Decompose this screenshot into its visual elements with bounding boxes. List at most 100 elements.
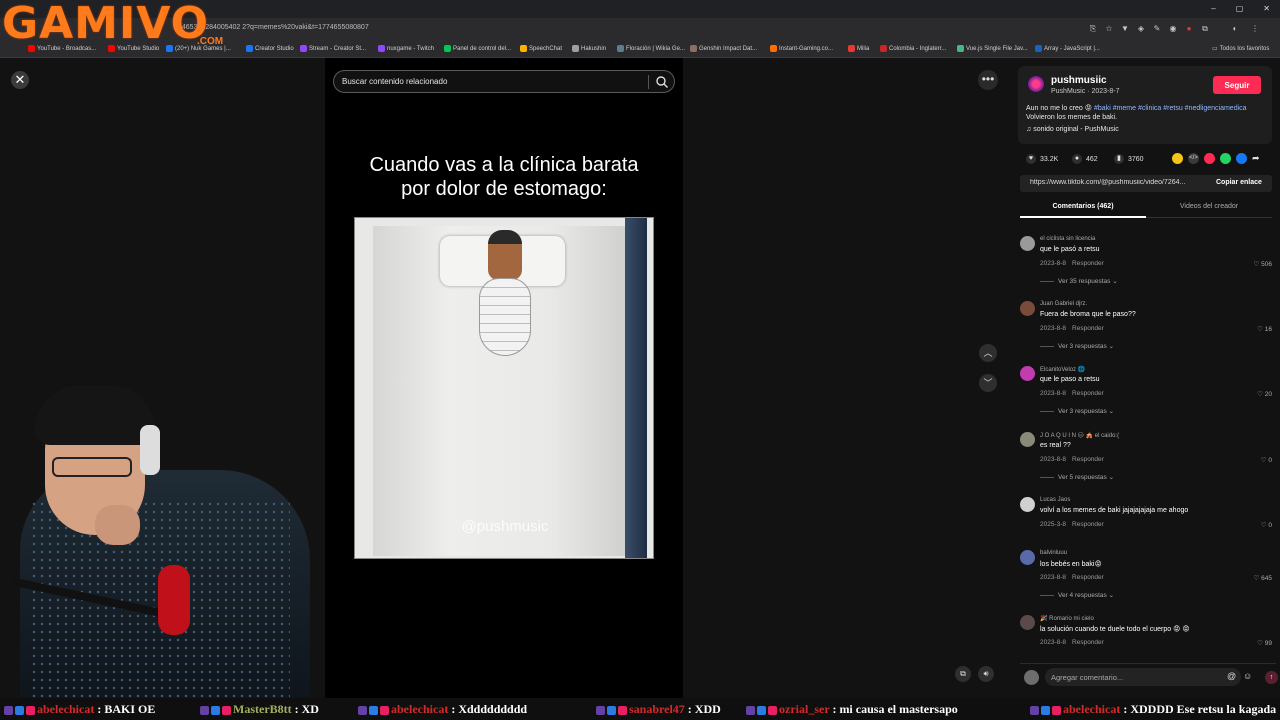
share-arrow-icon[interactable]: ➦ — [1252, 153, 1263, 164]
bookmark-label: Creator Studio — [255, 45, 294, 52]
pip-button[interactable]: ⧉ — [955, 666, 971, 682]
reply-button[interactable]: Responder — [1072, 574, 1104, 581]
pip-icon: ⧉ — [960, 669, 966, 678]
commenter-name[interactable]: Lucas Jaos — [1040, 497, 1070, 503]
commenter-avatar[interactable] — [1020, 550, 1035, 565]
reply-button[interactable]: Responder — [1072, 521, 1104, 528]
author-avatar[interactable] — [1028, 76, 1044, 92]
commenter-name[interactable]: el ciclista sin licencia — [1040, 236, 1095, 242]
search-input[interactable] — [342, 74, 642, 89]
tab-comments[interactable]: Comentarios (462) — [1020, 203, 1146, 210]
bookmark-item[interactable]: Creator Studio — [246, 45, 294, 52]
comment-date: 2023-8-8 — [1040, 574, 1067, 581]
comment-like-button[interactable]: ♡ 20 — [1257, 390, 1272, 398]
bookmark-item[interactable]: Genshin Impact Dat... — [690, 45, 757, 52]
comment-stat[interactable]: ● 462 — [1072, 154, 1098, 164]
close-button[interactable]: ✕ — [11, 71, 29, 89]
whatsapp-icon[interactable] — [1220, 153, 1231, 164]
video-player[interactable]: Cuando vas a la clínica barata por dolor… — [325, 58, 683, 698]
commenter-avatar[interactable] — [1020, 301, 1035, 316]
bookmark-item[interactable]: Instant-Gaming.co... — [770, 45, 833, 52]
bookmarks-folder[interactable]: ▭ Todos los favoritos — [1212, 45, 1269, 53]
save-stat[interactable]: ▮ 3760 — [1114, 154, 1144, 164]
menu-icon[interactable]: ⋮ — [1250, 24, 1260, 34]
minimize-icon[interactable]: – — [1211, 4, 1215, 13]
bookmark-item[interactable]: Milia — [848, 45, 869, 52]
previous-video-button[interactable]: ︿ — [979, 344, 997, 362]
extension-icon[interactable]: ✎ — [1152, 24, 1162, 34]
bookmark-item[interactable]: Array - JavaScript |... — [1035, 45, 1100, 52]
volume-button[interactable]: 🔊︎ — [978, 666, 994, 682]
bookmark-item[interactable]: Colombia - Inglaterr... — [880, 45, 946, 52]
bookmark-item[interactable]: Floración | Wikia Ge... — [617, 45, 685, 52]
commenter-avatar[interactable] — [1020, 432, 1035, 447]
search-icon[interactable] — [655, 75, 669, 89]
bookmark-item[interactable]: SpeechChat — [520, 45, 562, 52]
commenter-name[interactable]: Juan Gabriel djrz. — [1040, 301, 1087, 307]
commenter-name[interactable]: ElcanitoVeloz 🌐 — [1040, 366, 1085, 373]
sound-link[interactable]: ♫ sonido original - PushMusic — [1026, 126, 1119, 133]
view-replies-button[interactable]: Ver 3 respuestas ⌄ — [1040, 342, 1114, 350]
comment-like-count: 0 — [1268, 522, 1272, 529]
coin-share-icon[interactable] — [1172, 153, 1183, 164]
bookmark-item[interactable]: Panel de control del... — [444, 45, 511, 52]
tab-creator-videos[interactable]: Videos del creador — [1146, 203, 1272, 210]
reply-button[interactable]: Responder — [1072, 390, 1104, 397]
comment-like-button[interactable]: ♡ 16 — [1257, 325, 1272, 333]
bookmark-item[interactable]: nuxgame - Twitch — [378, 45, 434, 52]
bookmark-item[interactable]: Hakushin — [572, 45, 606, 52]
embed-icon[interactable]: </> — [1188, 153, 1199, 164]
extension-icon[interactable]: ◈ — [1136, 24, 1146, 34]
like-stat[interactable]: ♥ 33.2K — [1026, 154, 1058, 164]
reply-button[interactable]: Responder — [1072, 325, 1104, 332]
share-link-url[interactable]: https://www.tiktok.com/@pushmusiic/video… — [1030, 179, 1190, 186]
bookmark-star-icon[interactable]: ☆ — [1104, 24, 1114, 34]
view-replies-button[interactable]: Ver 4 respuestas ⌄ — [1040, 591, 1114, 599]
emoji-icon[interactable]: ☺ — [1243, 671, 1252, 681]
install-app-icon[interactable]: ⎘ — [1088, 24, 1098, 34]
follow-button[interactable]: Seguir — [1213, 76, 1261, 94]
post-comment-button[interactable]: ↑ — [1265, 671, 1278, 684]
comment-like-button[interactable]: ♡ 645 — [1254, 574, 1273, 582]
reply-button[interactable]: Responder — [1072, 639, 1104, 646]
commenter-name[interactable]: 🎉 Romario mi cielo — [1040, 615, 1094, 622]
view-replies-button[interactable]: Ver 35 respuestas ⌄ — [1040, 277, 1118, 285]
commenter-name[interactable]: balvinluuu — [1040, 550, 1067, 556]
view-replies-button[interactable]: Ver 5 respuestas ⌄ — [1040, 473, 1114, 481]
extensions-puzzle-icon[interactable]: ⧉ — [1200, 24, 1210, 34]
replies-divider — [1040, 594, 1054, 596]
copy-link-button[interactable]: Copiar enlace — [1216, 179, 1262, 186]
commenter-avatar[interactable] — [1020, 366, 1035, 381]
comment-like-button[interactable]: ♡ 506 — [1254, 260, 1273, 268]
profile-icon[interactable]: ◐ — [1230, 24, 1240, 34]
comment-input[interactable] — [1045, 668, 1241, 686]
close-window-icon[interactable]: ✕ — [1263, 4, 1270, 13]
commenter-avatar[interactable] — [1020, 497, 1035, 512]
record-icon[interactable]: ● — [1184, 24, 1194, 34]
hashtags[interactable]: #baki #meme #clinica #retsu #nedligencia… — [1094, 105, 1247, 112]
more-options-button[interactable]: ••• — [978, 70, 998, 90]
comment-like-button[interactable]: ♡ 0 — [1261, 456, 1272, 464]
mention-icon[interactable]: @ — [1227, 671, 1236, 681]
comment-text: los bebés en baki😡 — [1040, 561, 1102, 568]
reply-button[interactable]: Responder — [1072, 456, 1104, 463]
author-username[interactable]: pushmusiic — [1051, 75, 1107, 86]
extension-icon[interactable]: ▼ — [1120, 24, 1130, 34]
bookmark-label: SpeechChat — [529, 45, 563, 52]
reply-button[interactable]: Responder — [1072, 260, 1104, 267]
commenter-name[interactable]: J O A Q U I N 😑 🎪 el caido:( — [1040, 432, 1119, 439]
bookmark-item[interactable]: Stream - Creator St... — [300, 45, 366, 52]
view-replies-button[interactable]: Ver 3 respuestas ⌄ — [1040, 407, 1114, 415]
bookmark-item[interactable]: Vue.js Single File Jav... — [957, 45, 1028, 52]
commenter-avatar[interactable] — [1020, 615, 1035, 630]
comment-like-button[interactable]: ♡ 99 — [1257, 639, 1272, 647]
maximize-icon[interactable]: ▢ — [1236, 4, 1244, 13]
facebook-icon[interactable] — [1236, 153, 1247, 164]
comment-like-button[interactable]: ♡ 0 — [1261, 521, 1272, 529]
chat-badge-icon — [757, 705, 766, 715]
close-icon: ✕ — [14, 72, 26, 87]
send-icon[interactable] — [1204, 153, 1215, 164]
commenter-avatar[interactable] — [1020, 236, 1035, 251]
next-video-button[interactable]: ﹀ — [979, 374, 997, 392]
extension-icon[interactable]: ◉ — [1168, 24, 1178, 34]
